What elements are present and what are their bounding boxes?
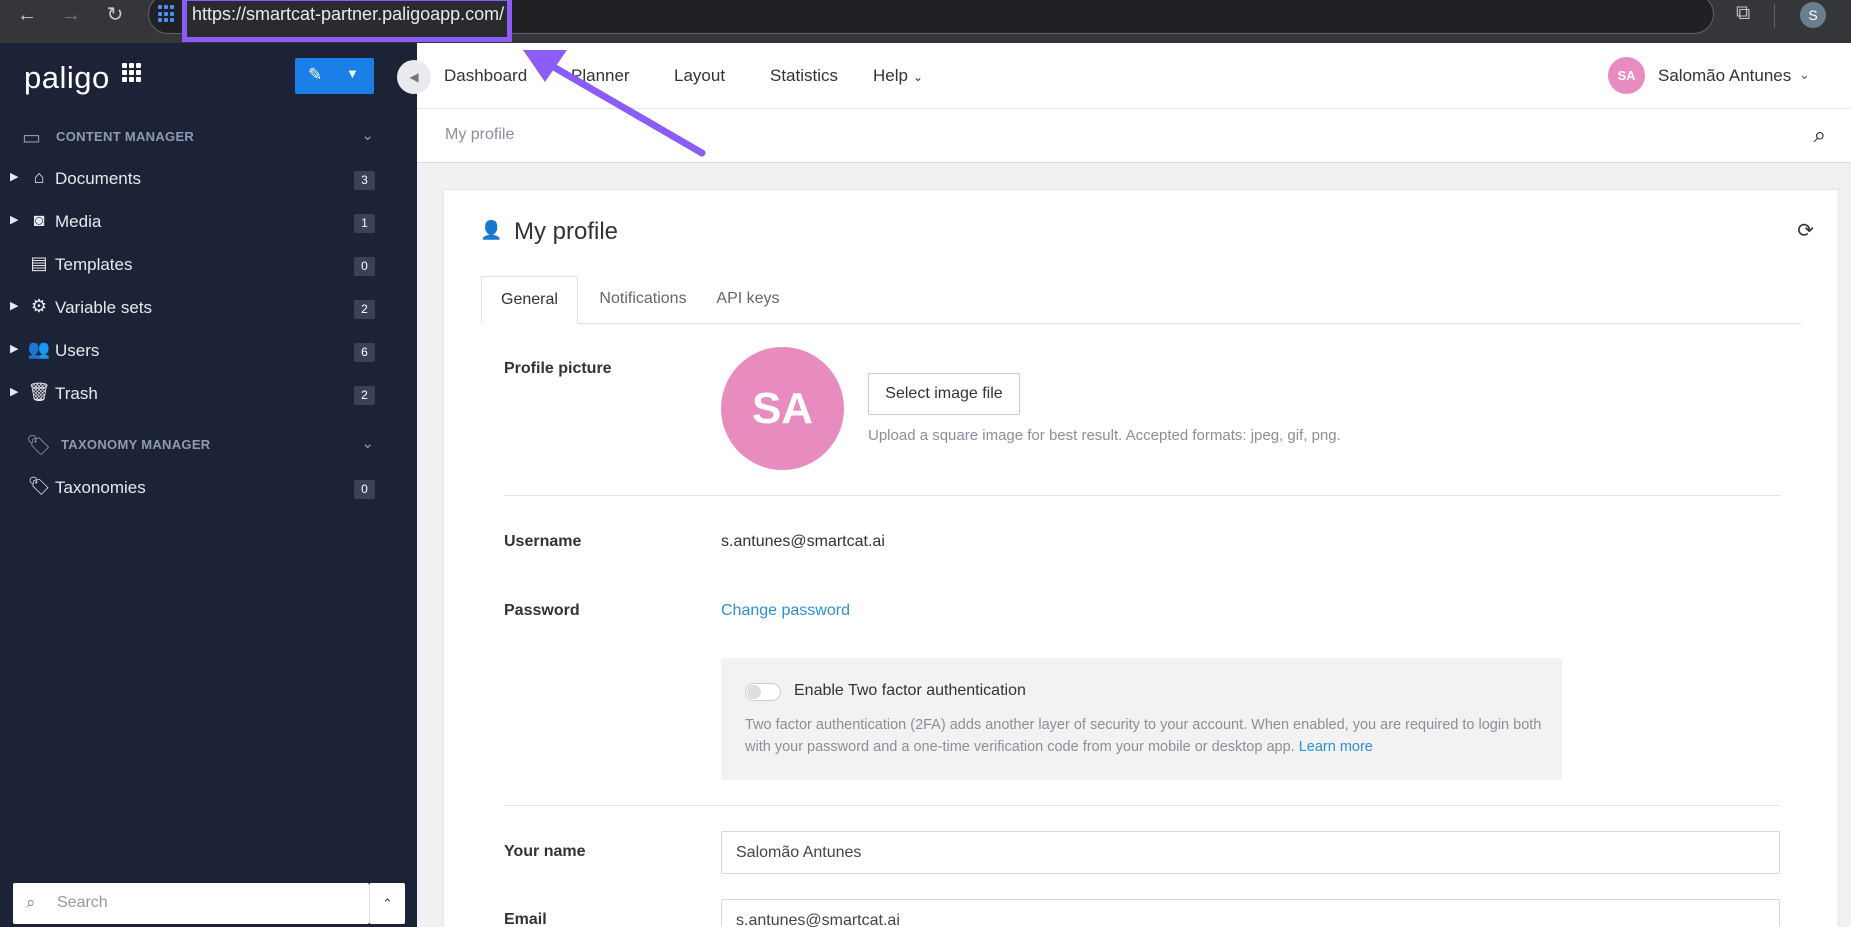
count-badge: 3 bbox=[354, 171, 375, 190]
new-content-button[interactable]: ✎ ▼ bbox=[295, 58, 374, 94]
tab-api-keys[interactable]: API keys bbox=[711, 276, 785, 324]
two-factor-title: Enable Two factor authentication bbox=[794, 682, 1026, 699]
count-badge: 6 bbox=[354, 343, 375, 362]
content-manager-label: CONTENT MANAGER bbox=[56, 129, 195, 144]
two-factor-description: Two factor authentication (2FA) adds ano… bbox=[745, 714, 1545, 758]
sidebar-item-label: Media bbox=[55, 212, 102, 231]
reload-icon[interactable]: ↻ bbox=[102, 2, 128, 28]
chevron-up-icon[interactable]: ⌃ bbox=[369, 883, 405, 924]
sidebar-item-label: Documents bbox=[55, 169, 141, 188]
learn-more-link[interactable]: Learn more bbox=[1299, 739, 1373, 755]
content-manager-header[interactable]: ▭ CONTENT MANAGER ⌄ bbox=[22, 125, 380, 149]
browser-toolbar: ← → ↻ https://smartcat-partner.paligoapp… bbox=[0, 0, 1851, 43]
sidebar-item-templates[interactable]: ▤ Templates 0 bbox=[0, 250, 380, 280]
sidebar-item-media[interactable]: ▶ ◙ Media 1 bbox=[0, 207, 380, 237]
trash-icon: 🗑 bbox=[27, 382, 51, 402]
chevron-down-icon[interactable]: ⌄ bbox=[361, 126, 374, 144]
two-factor-toggle[interactable] bbox=[745, 683, 781, 701]
user-icon: 👤 bbox=[480, 220, 503, 240]
home-icon: ⌂ bbox=[33, 167, 45, 187]
sidebar-item-trash[interactable]: ▶ 🗑 Trash 2 bbox=[0, 379, 380, 409]
sidebar-search-field[interactable]: ⌕ Search bbox=[13, 883, 369, 924]
logo-dots bbox=[122, 63, 141, 82]
tab-general[interactable]: General bbox=[481, 276, 578, 324]
sidebar-item-label: Trash bbox=[55, 384, 98, 403]
user-name[interactable]: Salomão Antunes bbox=[1658, 66, 1791, 86]
site-info-icon[interactable] bbox=[158, 5, 176, 23]
chevron-down-icon[interactable]: ⌄ bbox=[913, 70, 923, 84]
browser-profile-avatar[interactable]: S bbox=[1800, 2, 1826, 28]
profile-card: 👤 My profile ⟳ General Notifications API… bbox=[443, 189, 1839, 927]
camera-icon: ◙ bbox=[33, 210, 45, 230]
count-badge: 0 bbox=[354, 257, 375, 276]
two-factor-description-text: Two factor authentication (2FA) adds ano… bbox=[745, 717, 1542, 755]
upload-hint: Upload a square image for best result. A… bbox=[868, 427, 1341, 444]
email-input[interactable]: s.antunes@smartcat.ai bbox=[721, 899, 1780, 927]
change-password-link[interactable]: Change password bbox=[721, 602, 850, 620]
expand-arrow-icon[interactable]: ▶ bbox=[10, 385, 18, 398]
sidebar-item-users[interactable]: ▶ 👥 Users 6 bbox=[0, 336, 380, 366]
sidebar-item-documents[interactable]: ▶ ⌂ Documents 3 bbox=[0, 164, 380, 194]
url-text[interactable]: https://smartcat-partner.paligoapp.com/ bbox=[192, 4, 504, 25]
sidebar-item-label: Templates bbox=[55, 255, 133, 274]
profile-avatar: SA bbox=[721, 347, 844, 470]
forward-icon[interactable]: → bbox=[58, 2, 84, 28]
expand-arrow-icon[interactable]: ▶ bbox=[10, 213, 18, 226]
sidebar-item-variable-sets[interactable]: ▶ ⚙ Variable sets 2 bbox=[0, 293, 380, 323]
edit-icon: ✎ bbox=[308, 65, 323, 84]
sidebar: paligo ✎ ▼ ▭ CONTENT MANAGER ⌄ ▶ ⌂ Docum… bbox=[0, 43, 417, 927]
users-icon: 👥 bbox=[27, 339, 51, 359]
chevron-down-icon[interactable]: ⌄ bbox=[361, 434, 374, 452]
chevron-down-icon[interactable]: ⌄ bbox=[1799, 67, 1810, 83]
sidebar-item-label: Variable sets bbox=[55, 298, 153, 317]
search-icon[interactable]: ⌕ bbox=[1814, 122, 1826, 148]
chevron-down-icon[interactable]: ▼ bbox=[346, 66, 359, 81]
tags-icon: 🏷 bbox=[27, 476, 51, 496]
nav-help[interactable]: Help bbox=[873, 66, 908, 86]
nav-statistics[interactable]: Statistics bbox=[770, 66, 838, 86]
collapse-sidebar-button[interactable]: ◀ bbox=[397, 60, 431, 94]
user-avatar[interactable]: SA bbox=[1608, 57, 1645, 94]
toolbar-divider bbox=[1774, 4, 1775, 28]
username-value: s.antunes@smartcat.ai bbox=[721, 533, 885, 550]
search-icon: ⌕ bbox=[26, 893, 36, 912]
select-image-button[interactable]: Select image file bbox=[868, 373, 1020, 415]
page-title: My profile bbox=[514, 218, 619, 245]
count-badge: 1 bbox=[354, 214, 375, 233]
email-label: Email bbox=[504, 911, 547, 927]
extensions-icon[interactable]: ⧉ bbox=[1736, 2, 1750, 25]
sidebar-item-label: Users bbox=[55, 341, 100, 360]
breadcrumb: My profile bbox=[445, 126, 515, 143]
gears-icon: ⚙ bbox=[30, 296, 48, 316]
monitor-icon: ▭ bbox=[22, 127, 41, 149]
divider bbox=[504, 805, 1780, 806]
annotation-arrow bbox=[523, 50, 706, 157]
expand-arrow-icon[interactable]: ▶ bbox=[10, 299, 18, 312]
back-icon[interactable]: ← bbox=[14, 2, 40, 28]
sidebar-item-taxonomies[interactable]: 🏷 Taxonomies 0 bbox=[0, 473, 380, 503]
profile-picture-label: Profile picture bbox=[504, 360, 612, 377]
username-label: Username bbox=[504, 533, 582, 550]
expand-arrow-icon[interactable]: ▶ bbox=[10, 342, 18, 355]
your-name-label: Your name bbox=[504, 843, 586, 860]
expand-arrow-icon[interactable]: ▶ bbox=[10, 170, 18, 183]
search-placeholder: Search bbox=[57, 894, 108, 911]
count-badge: 2 bbox=[354, 300, 375, 319]
divider bbox=[504, 495, 1780, 496]
sidebar-item-label: Taxonomies bbox=[55, 478, 146, 497]
count-badge: 2 bbox=[354, 386, 375, 405]
profile-tabs: General Notifications API keys bbox=[481, 276, 1801, 324]
taxonomy-manager-label: TAXONOMY MANAGER bbox=[61, 437, 211, 452]
your-name-input[interactable]: Salomão Antunes bbox=[721, 831, 1780, 874]
book-icon: ▤ bbox=[30, 253, 48, 273]
taxonomy-manager-header[interactable]: 🏷 TAXONOMY MANAGER ⌄ bbox=[22, 433, 380, 457]
count-badge: 0 bbox=[354, 480, 375, 499]
tab-notifications[interactable]: Notifications bbox=[589, 276, 697, 324]
two-factor-panel: Enable Two factor authentication Two fac… bbox=[721, 658, 1562, 780]
password-label: Password bbox=[504, 602, 580, 619]
tag-icon: 🏷 bbox=[26, 435, 52, 457]
paligo-logo[interactable]: paligo bbox=[24, 60, 110, 96]
refresh-icon[interactable]: ⟳ bbox=[1797, 218, 1814, 243]
